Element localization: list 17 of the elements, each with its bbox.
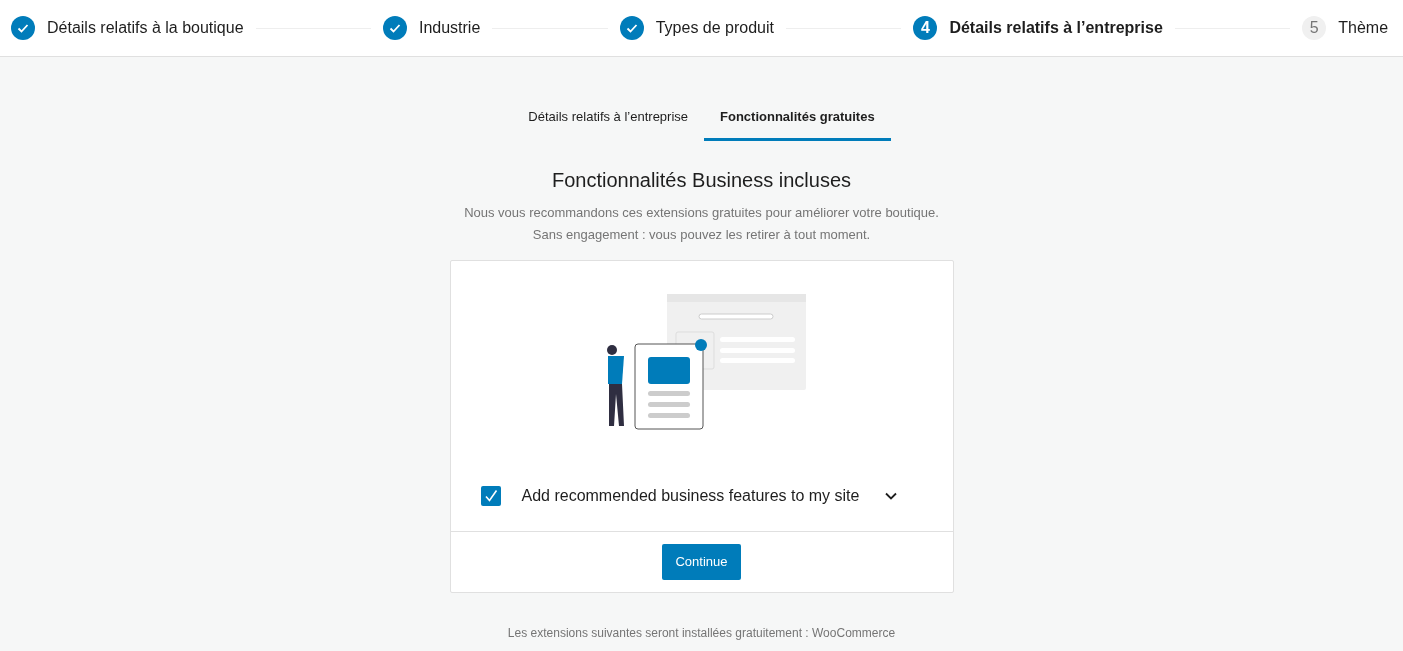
step-label: Industrie <box>418 18 481 38</box>
footnote-text: Les extensions suivantes seront installées gratuitement : WooCommerce <box>506 625 897 642</box>
chevron-icon[interactable] <box>885 492 898 500</box>
step-number: 5 <box>1302 16 1327 40</box>
checkbox[interactable] <box>480 486 501 506</box>
continue-button[interactable]: Continue <box>662 544 741 580</box>
step-label: Détails relatifs à l’entreprise <box>949 18 1163 38</box>
step-label: Thème <box>1338 18 1389 38</box>
subtitle-text: Sans engagement : vous pouvez les retirer à tout moment. <box>532 225 871 244</box>
section-heading: Fonctionnalités Business incluses <box>551 168 851 193</box>
subtitle-text: Nous vous recommandons ces extensions gratuites pour améliorer votre boutique. <box>464 204 939 222</box>
tab[interactable]: Détails relatifs à l’entreprise <box>512 95 705 141</box>
step-number: 4 <box>913 16 938 40</box>
step-label: Détails relatifs à la boutique <box>47 18 244 38</box>
step-label: Types de produit <box>655 18 774 38</box>
tab[interactable]: Fonctionnalités gratuites <box>704 95 891 141</box>
option-label: Add recommended business features to my site <box>521 486 860 506</box>
